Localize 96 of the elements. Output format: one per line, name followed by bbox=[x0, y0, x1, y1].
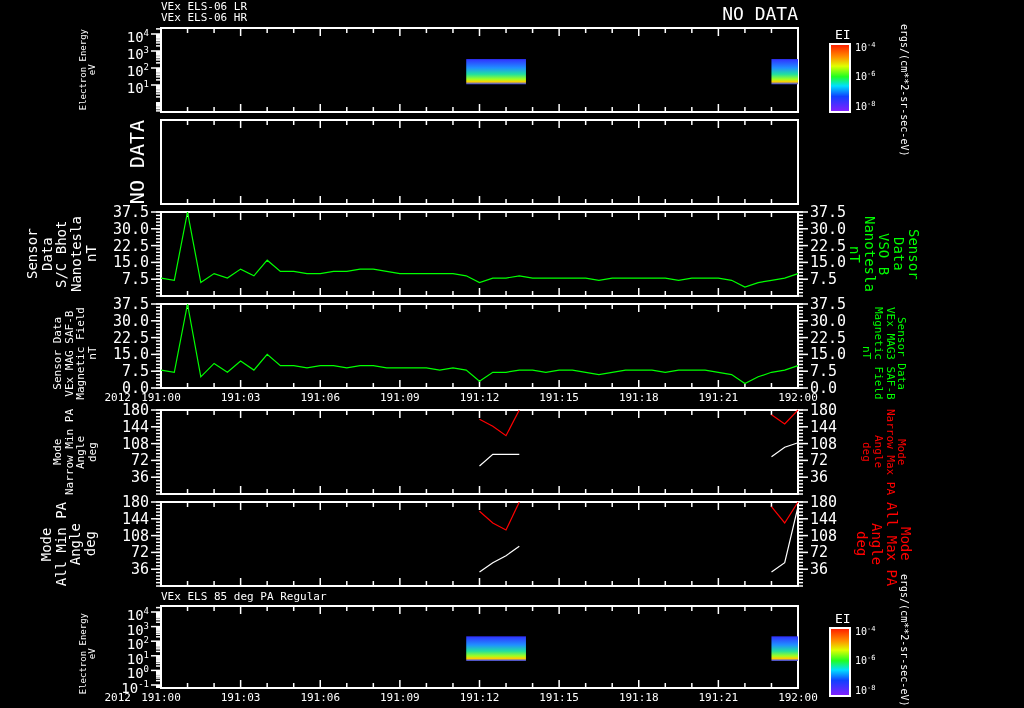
y-tick-label: 30.0 bbox=[810, 311, 847, 330]
y-tick-label: 15.0 bbox=[112, 345, 149, 364]
time-tick-label: 191:18 bbox=[618, 691, 659, 704]
y-tick-label: 15.0 bbox=[112, 253, 149, 272]
time-tick-label: 191:12 bbox=[459, 391, 500, 404]
colorbar-tick-label: 10$^{-4}$ bbox=[855, 40, 876, 55]
spectrogram-patch bbox=[466, 636, 526, 661]
y-tick-label: 10$^{3}$ bbox=[125, 620, 149, 636]
y-tick-label: 72 bbox=[810, 451, 829, 470]
unit-label: ergs/(cm**2-sr-sec-eV) bbox=[899, 24, 911, 157]
colorbar-tick-label: 10$^{-6}$ bbox=[855, 69, 876, 84]
y-tick-label: 72 bbox=[130, 543, 149, 562]
y-tick-label: 144 bbox=[121, 417, 149, 436]
colorbar-tick-label: 10$^{-8}$ bbox=[855, 98, 876, 113]
y-tick-label: 10$^{1}$ bbox=[125, 78, 149, 94]
y-tick-label: 180 bbox=[121, 401, 149, 419]
y-tick-label: 180 bbox=[810, 493, 838, 511]
axis-label: Sensor Data VSO B Nanotesla nT bbox=[847, 215, 921, 294]
y-tick-label: 10$^{3}$ bbox=[125, 44, 149, 60]
spectrogram-patch bbox=[466, 59, 526, 85]
y-tick-label: 144 bbox=[810, 509, 838, 528]
y-tick-label: 180 bbox=[810, 401, 838, 419]
status-label: NO DATA bbox=[722, 4, 798, 24]
time-tick-label: 191:06 bbox=[300, 391, 341, 404]
y-tick-label: 144 bbox=[121, 509, 149, 528]
y-tick-label: 72 bbox=[810, 543, 829, 562]
y-tick-label: 22.5 bbox=[810, 328, 847, 347]
y-tick-label: 36 bbox=[130, 468, 149, 487]
y-tick-label: 10$^{4}$ bbox=[125, 27, 149, 43]
time-tick-label: 191:00 bbox=[141, 691, 181, 704]
time-tick-label: 191:21 bbox=[698, 691, 739, 704]
time-tick-label: 191:12 bbox=[459, 691, 500, 704]
y-tick-label: 36 bbox=[810, 468, 829, 487]
y-tick-label: 108 bbox=[121, 434, 149, 453]
time-tick-label: 191:09 bbox=[380, 391, 420, 404]
axis-label: Mode Narrow Min PA Angle deg bbox=[51, 408, 98, 496]
time-tick-label: 192:00 bbox=[778, 691, 818, 704]
axis-label: Electron Energy eV bbox=[79, 613, 98, 695]
colorbar-title: EI bbox=[835, 611, 851, 627]
y-tick-label: 37.5 bbox=[112, 295, 149, 313]
spectrogram-patch bbox=[771, 59, 798, 85]
y-tick-label: 22.5 bbox=[810, 236, 847, 255]
time-tick-label: 191:06 bbox=[300, 691, 341, 704]
time-tick-label: 191:15 bbox=[539, 391, 579, 404]
y-tick-label: 22.5 bbox=[112, 236, 149, 255]
colorbar-title: EI bbox=[835, 27, 851, 43]
axis-label: Mode Narrow Max PA Angle deg bbox=[860, 408, 908, 496]
y-tick-label: 15.0 bbox=[810, 253, 847, 272]
y-tick-label: 72 bbox=[130, 451, 149, 470]
y-tick-label: 36 bbox=[130, 560, 149, 579]
axis-label: Electron Energy eV bbox=[79, 29, 98, 111]
no-data-label: NO DATA bbox=[125, 119, 149, 205]
spectrogram-patch bbox=[771, 636, 798, 661]
y-tick-label: 7.5 bbox=[121, 270, 149, 289]
dataset-title: VEx ELS-06 HR bbox=[161, 12, 248, 23]
y-tick-label: 144 bbox=[810, 417, 838, 436]
y-tick-label: 37.5 bbox=[112, 203, 149, 221]
colorbar bbox=[829, 627, 851, 697]
y-tick-label: 7.5 bbox=[121, 362, 149, 381]
y-tick-label: 108 bbox=[810, 526, 838, 545]
dataset-title: VEx ELS 85 deg PA Regular bbox=[161, 591, 327, 602]
y-tick-label: 30.0 bbox=[810, 219, 847, 238]
y-tick-label: 10$^{-1}$ bbox=[121, 678, 149, 694]
y-tick-label: 10$^{2}$ bbox=[125, 635, 149, 651]
axis-label: Mode All Min PA Angle deg bbox=[39, 501, 98, 587]
y-tick-label: 30.0 bbox=[112, 219, 149, 238]
time-tick-label: 191:03 bbox=[220, 691, 261, 704]
time-tick-label: 191:09 bbox=[380, 691, 420, 704]
y-tick-label: 108 bbox=[121, 526, 149, 545]
y-tick-label: 10$^{1}$ bbox=[125, 649, 149, 665]
colorbar-tick-label: 10$^{-8}$ bbox=[855, 682, 876, 697]
y-tick-label: 7.5 bbox=[810, 362, 838, 381]
time-tick-label: 191:03 bbox=[220, 391, 261, 404]
dataset-title: VEx ELS-06 LR bbox=[161, 1, 248, 12]
y-tick-label: 180 bbox=[121, 493, 149, 511]
time-tick-label: 191:18 bbox=[618, 391, 659, 404]
time-tick-label: 191:21 bbox=[698, 391, 739, 404]
y-tick-label: 36 bbox=[810, 560, 829, 579]
axis-label: Sensor Data VEx MAG SAF-B Magnetic Field nT bbox=[51, 306, 98, 400]
y-tick-label: 37.5 bbox=[810, 295, 847, 313]
y-tick-label: 22.5 bbox=[112, 328, 149, 347]
y-tick-label: 10$^{0}$ bbox=[125, 664, 149, 680]
y-tick-label: 7.5 bbox=[810, 270, 838, 289]
y-tick-label: 37.5 bbox=[810, 203, 847, 221]
colorbar bbox=[829, 43, 851, 113]
y-tick-label: 30.0 bbox=[112, 311, 149, 330]
y-tick-label: 10$^{2}$ bbox=[125, 61, 149, 77]
axis-label: Sensor Data S/C Bhot Nanotesla nT bbox=[24, 215, 98, 294]
colorbar-tick-label: 10$^{-4}$ bbox=[855, 624, 876, 639]
unit-label: ergs/(cm**2-sr-sec-eV) bbox=[899, 573, 911, 706]
time-tick-label: 191:15 bbox=[539, 691, 579, 704]
axis-label: Sensor Data VEx MAG3 SAF-B Magnetic Field nT bbox=[860, 306, 908, 400]
y-tick-label: 108 bbox=[810, 434, 838, 453]
colorbar-tick-label: 10$^{-6}$ bbox=[855, 653, 876, 668]
y-tick-label: 10$^{4}$ bbox=[125, 605, 149, 621]
y-tick-label: 15.0 bbox=[810, 345, 847, 364]
